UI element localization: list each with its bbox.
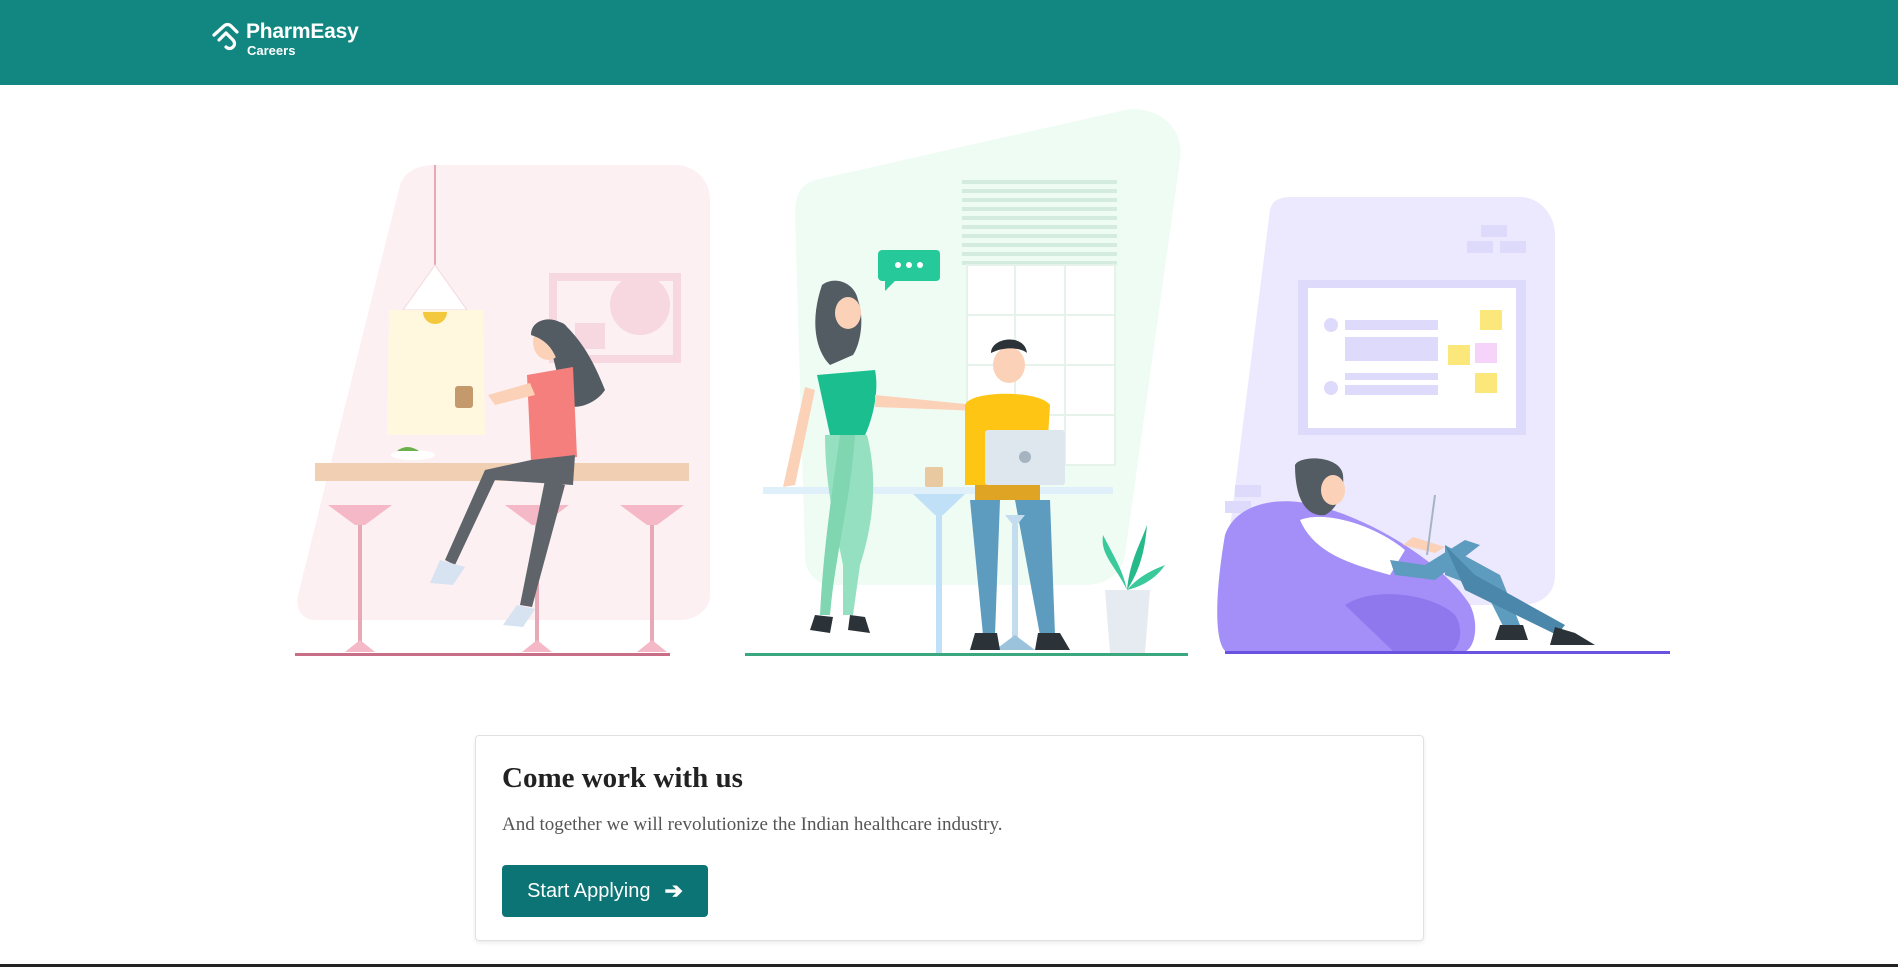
pharmeasy-logo-icon [212, 22, 239, 51]
desk-scene [745, 109, 1188, 656]
hero-illustration [295, 109, 1670, 656]
lounge-scene [1217, 197, 1670, 654]
arrow-right-icon: ➔ [664, 878, 683, 903]
site-header: PharmEasy Careers [0, 0, 1898, 85]
start-applying-button[interactable]: Start Applying ➔ [502, 865, 708, 917]
card-subtitle: And together we will revolutionize the I… [502, 814, 1003, 835]
pharmeasy-careers-logo[interactable]: PharmEasy Careers [210, 20, 359, 64]
brand-name: PharmEasy [246, 20, 359, 43]
card-title: Come work with us [502, 762, 743, 794]
join-us-card: Come work with us And together we will r… [475, 735, 1424, 941]
cafe-scene [295, 165, 710, 656]
start-applying-label: Start Applying [527, 879, 651, 902]
brand-subtitle: Careers [247, 43, 296, 58]
